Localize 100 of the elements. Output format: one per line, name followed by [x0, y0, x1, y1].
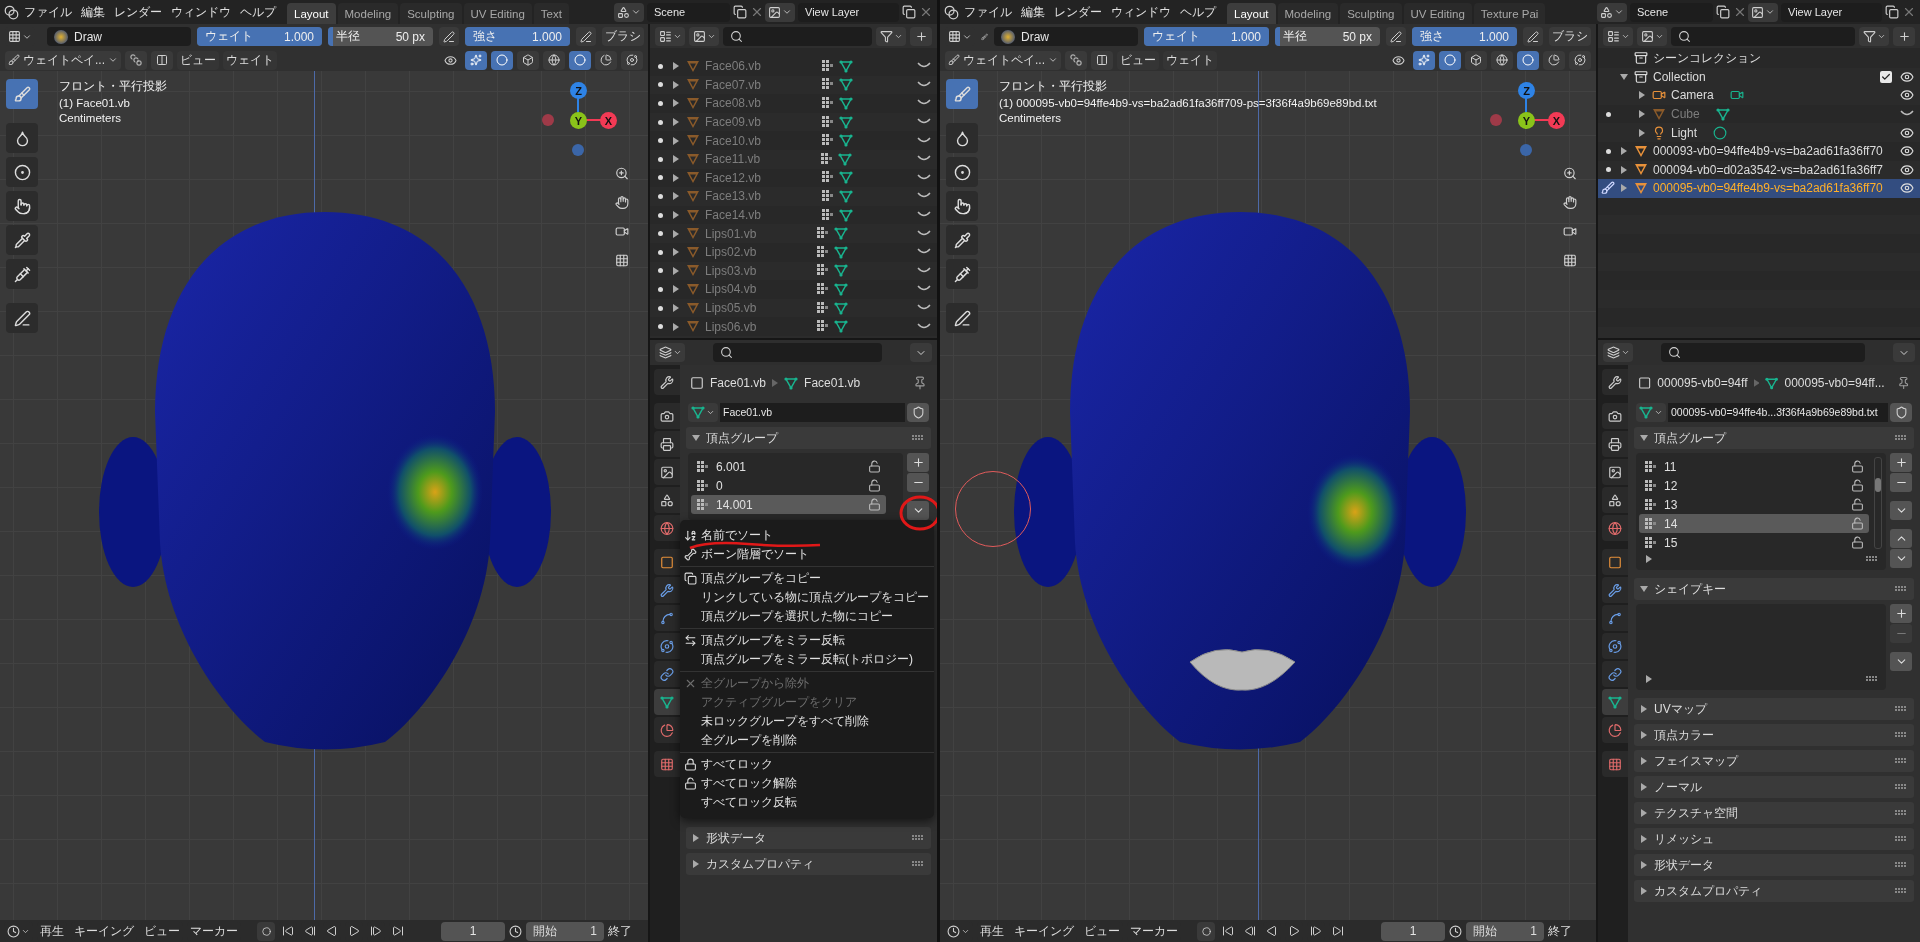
- object-name: 000095-vb0=94ff: [1657, 376, 1748, 390]
- panel-header[interactable]: テクスチャ空間: [1634, 802, 1914, 824]
- panel-header[interactable]: UVマップ: [1634, 698, 1914, 720]
- workspace-tab[interactable]: Modeling: [1277, 3, 1339, 24]
- menu-item[interactable]: すべてロック: [680, 755, 934, 774]
- menu-item[interactable]: ヘルプ: [1176, 1, 1220, 23]
- list-item[interactable]: 11: [1639, 457, 1869, 476]
- menu-item[interactable]: すべてロック解除: [680, 774, 934, 793]
- header-menu[interactable]: ウェイト: [223, 50, 277, 70]
- object-name: Lips06.vb: [705, 319, 757, 334]
- header-menu[interactable]: ウェイト: [1163, 50, 1217, 70]
- mesh-name-field[interactable]: 000095-vb0=94ffe4b...3f36f4a9b69e89bd.txt: [1668, 402, 1888, 422]
- menu-item[interactable]: 未ロックグループをすべて削除: [680, 712, 934, 731]
- workspace-tab[interactable]: UV Editing: [1403, 3, 1472, 24]
- value-slider[interactable]: ウェイト 1.000: [1144, 27, 1269, 46]
- workspace-tab[interactable]: Sculpting: [400, 3, 462, 24]
- workspace-tab[interactable]: UV Editing: [463, 3, 532, 24]
- view-layer-field[interactable]: View Layer: [1781, 2, 1882, 22]
- panel-header[interactable]: シェイプキー: [1634, 578, 1914, 600]
- value-slider[interactable]: ウェイト 1.000: [197, 27, 322, 46]
- brush-menu-button[interactable]: ブラシ: [602, 27, 644, 46]
- list-item[interactable]: 14.001: [691, 495, 886, 514]
- list-item[interactable]: 6.001: [691, 457, 886, 476]
- list-item[interactable]: 0: [691, 476, 886, 495]
- menu-item[interactable]: ウィンドウ: [1107, 1, 1175, 23]
- brush-field[interactable]: Draw: [994, 27, 1138, 46]
- workspace-tab[interactable]: Modeling: [337, 3, 399, 24]
- viewport-info-text: Centimeters: [999, 112, 1062, 124]
- menu-item[interactable]: 頂点グループをミラー反転: [680, 631, 934, 650]
- mode-selector[interactable]: ウェイトペイ...: [5, 50, 121, 70]
- object-name: Face12.vb: [705, 170, 762, 185]
- object-name: Lips05.vb: [705, 301, 757, 315]
- axis-handle[interactable]: Y: [1518, 112, 1535, 129]
- workspace-tab[interactable]: Layout: [1227, 3, 1276, 24]
- menu-item[interactable]: ファイル: [960, 1, 1016, 23]
- menu-item[interactable]: 頂点グループをコピー: [680, 569, 934, 588]
- viewport-canvas[interactable]: フロント・平行投影 (1) Face01.vb Centimeters Z Y X: [0, 71, 648, 920]
- menu-item[interactable]: リンクしている物に頂点グループをコピー: [680, 588, 934, 607]
- panel-header[interactable]: カスタムプロパティ: [686, 853, 931, 875]
- menu-item[interactable]: 頂点グループを選択した物にコピー: [680, 607, 934, 626]
- frame-field[interactable]: 1: [1381, 921, 1445, 941]
- value-slider[interactable]: 強さ 1.000: [1412, 27, 1517, 46]
- scene-field[interactable]: Scene: [1630, 2, 1713, 22]
- panel-header[interactable]: 頂点グループ: [1634, 427, 1914, 449]
- panel-header[interactable]: カスタムプロパティ: [1634, 880, 1914, 902]
- axis-handle[interactable]: Z: [1518, 82, 1535, 99]
- panel-header[interactable]: ノーマル: [1634, 776, 1914, 798]
- menu-item[interactable]: ボーン階層でソート: [680, 545, 934, 564]
- workspace-tab[interactable]: Layout: [287, 3, 336, 24]
- list-item[interactable]: 14: [1639, 514, 1869, 533]
- start-frame-field[interactable]: 開始 1: [526, 921, 604, 941]
- menu-item[interactable]: ヘルプ: [236, 1, 280, 23]
- header-menu[interactable]: ビュー: [1117, 50, 1159, 70]
- header-menu[interactable]: ビュー: [177, 50, 219, 70]
- frame-field[interactable]: 1: [441, 921, 505, 941]
- menu-item[interactable]: 頂点グループをミラー反転(トポロジー): [680, 650, 934, 669]
- value-slider[interactable]: 強さ 1.000: [465, 27, 570, 46]
- panel-header[interactable]: 頂点グループ: [686, 427, 931, 449]
- value-slider[interactable]: 半径 50 px: [1275, 27, 1380, 46]
- viewport-info-text: (1) Face01.vb: [59, 97, 131, 109]
- value-slider[interactable]: 半径 50 px: [328, 27, 433, 46]
- list-item[interactable]: 13: [1639, 495, 1869, 514]
- menu-item[interactable]: ファイル: [20, 1, 76, 23]
- panel-header[interactable]: リメッシュ: [1634, 828, 1914, 850]
- panel-header[interactable]: 形状データ: [686, 827, 931, 849]
- panel-header[interactable]: 形状データ: [1634, 854, 1914, 876]
- end-frame-label: 終了: [608, 922, 632, 940]
- panel-header[interactable]: 頂点カラー: [1634, 724, 1914, 746]
- workspace-tab[interactable]: Texture Pai: [1473, 3, 1546, 24]
- workspace-tab[interactable]: Sculpting: [1340, 3, 1402, 24]
- object-name: Face13.vb: [705, 189, 762, 204]
- brush-menu-button[interactable]: ブラシ: [1549, 27, 1591, 46]
- object-name: 000093-vb0=94ffe4b9-vs=ba2ad61fa36ff70: [1653, 144, 1883, 159]
- scene-field[interactable]: Scene: [647, 2, 730, 22]
- start-frame-field[interactable]: 開始 1: [1466, 921, 1544, 941]
- axis-handle[interactable]: Y: [570, 112, 587, 129]
- panel-header[interactable]: フェイスマップ: [1634, 750, 1914, 772]
- object-name: シーンコレクション: [1653, 49, 1761, 67]
- mesh-data-name: 000095-vb0=94ff...: [1784, 376, 1885, 390]
- axis-handle[interactable]: X: [600, 112, 617, 129]
- menu-item[interactable]: ウィンドウ: [167, 1, 235, 23]
- object-name: Face07.vb: [705, 77, 762, 92]
- brush-field[interactable]: Draw: [47, 27, 191, 46]
- menu-item[interactable]: 全グループを削除: [680, 731, 934, 750]
- menu-item[interactable]: 編集: [77, 1, 109, 23]
- workspace-tab[interactable]: Text: [533, 3, 569, 24]
- menu-item[interactable]: レンダー: [110, 1, 166, 23]
- menu-item[interactable]: 名前でソート: [680, 526, 934, 545]
- menu-item[interactable]: すべてロック反転: [680, 793, 934, 812]
- axis-handle[interactable]: X: [1548, 112, 1565, 129]
- menu-item[interactable]: 編集: [1017, 1, 1049, 23]
- axis-handle[interactable]: Z: [570, 82, 587, 99]
- view-layer-field[interactable]: View Layer: [798, 2, 899, 22]
- mesh-name-field[interactable]: Face01.vb: [720, 402, 905, 422]
- list-item[interactable]: 12: [1639, 476, 1869, 495]
- object-name: Face01.vb: [710, 376, 767, 390]
- outliner-row[interactable]: 000095-vb0=94ffe4b9-vs=ba2ad61fa36ff70: [1598, 179, 1920, 198]
- menu-item[interactable]: レンダー: [1050, 1, 1106, 23]
- list-item[interactable]: 15: [1639, 533, 1869, 552]
- mode-selector[interactable]: ウェイトペイ...: [945, 50, 1061, 70]
